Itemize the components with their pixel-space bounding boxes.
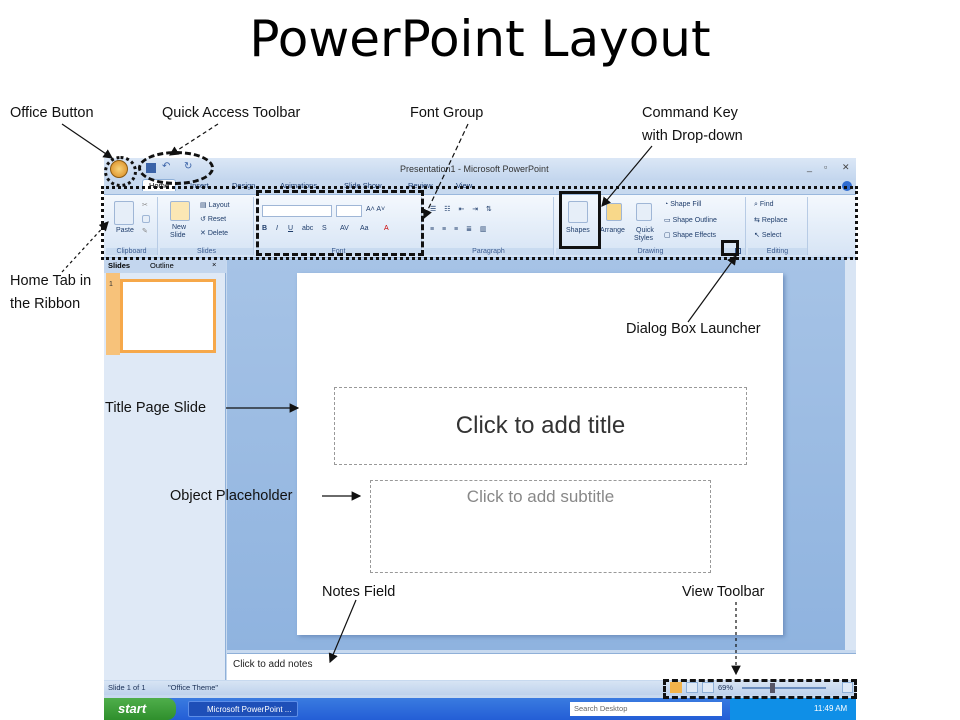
vertical-scrollbar[interactable] [845, 259, 856, 650]
callout-command-key-1: Command Key [642, 105, 738, 121]
callout-office-button: Office Button [10, 105, 94, 121]
callout-quick-access: Quick Access Toolbar [162, 105, 301, 121]
window-title: Presentation1 - Microsoft PowerPoint [400, 164, 549, 174]
quick-access-highlight [138, 151, 214, 185]
taskbar-powerpoint-item[interactable]: Microsoft PowerPoint ... [188, 701, 298, 717]
callout-home-tab-2: the Ribbon [10, 296, 81, 312]
start-button[interactable]: start [104, 698, 176, 720]
notes-field[interactable]: Click to add notes [227, 653, 856, 680]
font-group-highlight [256, 190, 424, 256]
view-toolbar-highlight [663, 679, 857, 699]
slide-thumbnail[interactable] [120, 279, 216, 353]
windows-taskbar: start Microsoft PowerPoint ... Search De… [104, 698, 856, 720]
ribbon-highlight [101, 186, 858, 260]
thumbnail-number: 1 [109, 281, 113, 288]
pane-tabs: Slides Outline × [104, 259, 226, 273]
theme-name: "Office Theme" [168, 683, 219, 692]
callout-title-page-slide: Title Page Slide [105, 400, 207, 416]
pane-close-icon[interactable]: × [212, 260, 216, 269]
callout-object-placeholder: Object Placeholder [170, 488, 293, 504]
callout-view-toolbar: View Toolbar [682, 584, 765, 600]
tab-outline[interactable]: Outline [150, 261, 174, 270]
dialog-launcher-highlight [721, 240, 739, 256]
shapes-highlight [559, 191, 601, 249]
slides-pane: Slides Outline × 1 [104, 259, 226, 680]
subtitle-placeholder[interactable]: Click to add subtitle [370, 480, 711, 573]
desktop-search-input[interactable]: Search Desktop [570, 702, 722, 716]
arrow-office-button [61, 123, 113, 159]
slide-stage: PowerPoint Layout ↶ ↻ Presentation1 - Mi… [0, 0, 960, 720]
title-placeholder[interactable]: Click to add title [334, 387, 747, 465]
slide-count: Slide 1 of 1 [108, 683, 146, 692]
close-icon[interactable]: ✕ [842, 162, 850, 173]
office-button-highlight [104, 156, 137, 187]
callout-dialog-launcher: Dialog Box Launcher [626, 321, 761, 337]
page-title: PowerPoint Layout [249, 10, 711, 68]
callout-notes-field: Notes Field [322, 584, 396, 600]
system-tray: 11:49 AM [730, 698, 856, 720]
callout-home-tab-1: Home Tab in [10, 273, 92, 289]
maximize-icon[interactable]: ▫ [824, 162, 827, 172]
callout-command-key-2: with Drop-down [642, 128, 743, 144]
callout-font-group: Font Group [410, 105, 484, 121]
title-bar: ↶ ↻ Presentation1 - Microsoft PowerPoint… [104, 158, 856, 180]
clock: 11:49 AM [814, 704, 848, 713]
tab-slides[interactable]: Slides [108, 261, 130, 270]
minimize-icon[interactable]: _ [807, 162, 812, 172]
